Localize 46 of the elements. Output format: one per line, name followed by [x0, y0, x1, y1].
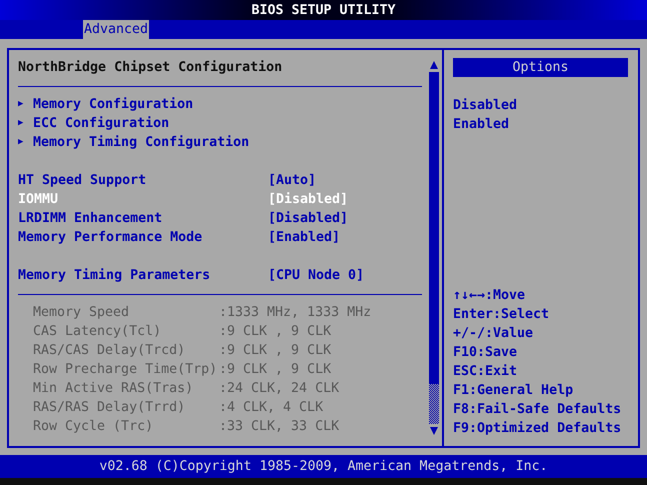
- info-label: RAS/RAS Delay(Trrd): [33, 399, 186, 417]
- info-label: CAS Latency(Tcl): [33, 323, 162, 341]
- info-label: RAS/CAS Delay(Trcd): [33, 342, 186, 360]
- info-value: :9 CLK , 9 CLK: [219, 342, 332, 360]
- setting-label[interactable]: LRDIMM Enhancement: [18, 209, 268, 228]
- info-label: Row Precharge Time(Trp): [33, 361, 218, 379]
- section-heading: NorthBridge Chipset Configuration: [18, 59, 282, 77]
- info-value: :9 CLK , 9 CLK: [219, 361, 332, 379]
- info-label: Memory Speed: [33, 304, 130, 322]
- help-text: ↑↓←→:Move: [453, 287, 526, 305]
- info-value: :24 CLK, 24 CLK: [219, 380, 340, 398]
- info-value: :4 CLK, 4 CLK: [219, 399, 324, 417]
- info-label: Row Cycle (Trc): [33, 418, 154, 436]
- submenu-arrow: ▶: [18, 136, 24, 149]
- submenu-item[interactable]: ECC Configuration: [33, 114, 170, 133]
- help-text: Enter:Select: [453, 306, 550, 324]
- submenu-arrow: ▶: [18, 98, 24, 111]
- setting-label[interactable]: Memory Performance Mode: [18, 228, 268, 247]
- help-text: F10:Save: [453, 344, 518, 362]
- help-text: F9:Optimized Defaults: [453, 420, 622, 438]
- submenu-item[interactable]: Memory Configuration: [33, 95, 194, 114]
- info-value: :9 CLK , 9 CLK: [219, 323, 332, 341]
- setting-value[interactable]: [CPU Node 0]: [268, 266, 364, 285]
- scrollbar-thumb[interactable]: [429, 72, 439, 384]
- scroll-up-icon[interactable]: [429, 60, 439, 70]
- setting-value[interactable]: [Disabled]: [268, 209, 348, 228]
- option-item[interactable]: Disabled: [453, 96, 518, 115]
- window-title: BIOS SETUP UTILITY: [251, 2, 396, 18]
- menu-tab[interactable]: Advanced: [83, 20, 150, 39]
- options-header: Options: [453, 58, 628, 77]
- info-value: :1333 MHz, 1333 MHz: [219, 304, 372, 322]
- help-text: ESC:Exit: [453, 363, 518, 381]
- setting-label[interactable]: Memory Timing Parameters: [18, 266, 268, 285]
- scroll-down-icon[interactable]: [429, 426, 439, 436]
- setting-value[interactable]: [Enabled]: [268, 228, 340, 247]
- info-value: :33 CLK, 33 CLK: [219, 418, 340, 436]
- help-text: F1:General Help: [453, 382, 574, 400]
- option-item[interactable]: Enabled: [453, 115, 510, 134]
- info-label: Min Active RAS(Tras): [33, 380, 194, 398]
- setting-label[interactable]: HT Speed Support: [18, 171, 268, 190]
- help-text: F8:Fail-Safe Defaults: [453, 401, 622, 419]
- submenu-item[interactable]: Memory Timing Configuration: [33, 133, 250, 152]
- help-text: +/-/:Value: [453, 325, 534, 343]
- setting-value[interactable]: [Auto]: [268, 171, 316, 190]
- copyright-text: v02.68 (C)Copyright 1985-2009, American Megatrends, Inc.: [99, 459, 548, 474]
- submenu-arrow: ▶: [18, 117, 24, 130]
